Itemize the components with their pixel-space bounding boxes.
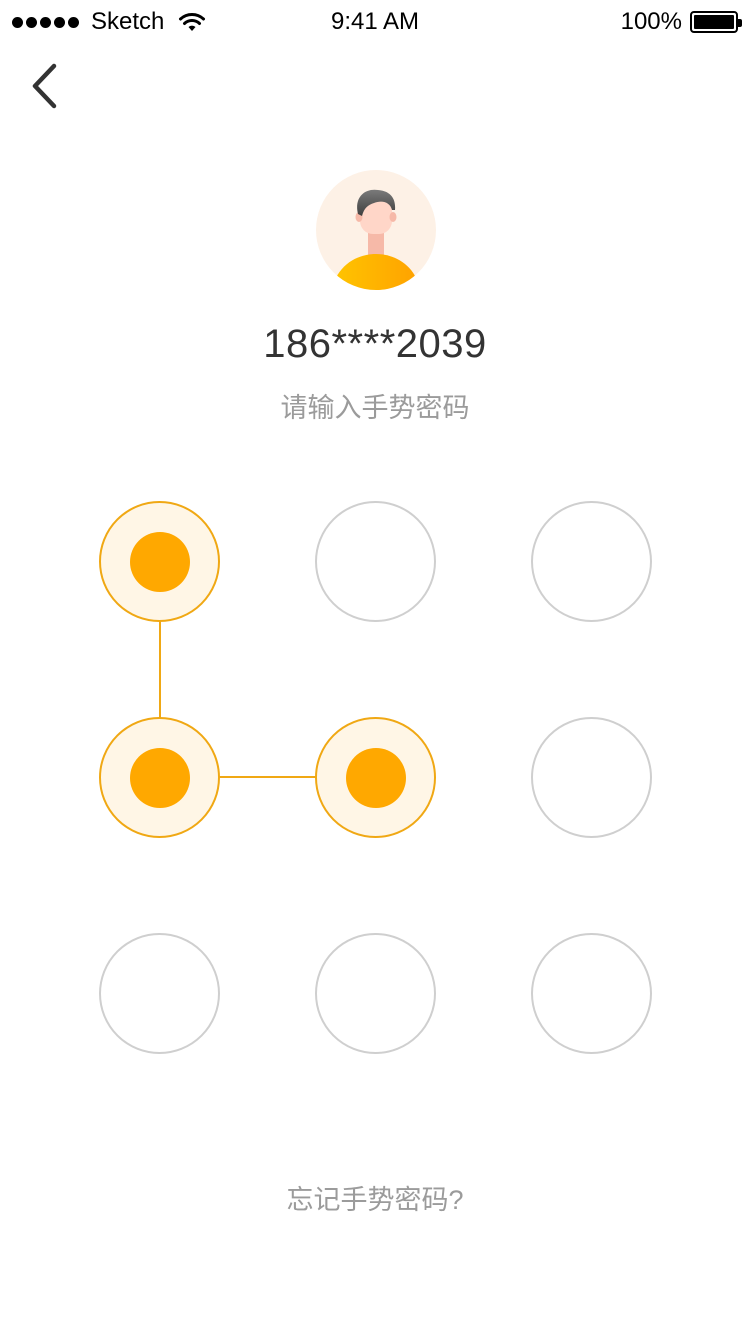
carrier-name: Sketch (91, 8, 165, 35)
status-right: 100% (620, 8, 742, 36)
user-avatar-icon (334, 189, 418, 290)
wifi-icon (179, 13, 206, 31)
avatar (316, 170, 436, 290)
gesture-dot-core (129, 747, 190, 808)
gesture-dot-6[interactable] (531, 717, 652, 838)
gesture-dot-core (345, 747, 406, 808)
gesture-hint: 请输入手势密码 (280, 393, 470, 423)
signal-strength-icon (12, 16, 79, 28)
chevron-left-icon (32, 63, 57, 109)
gesture-dot-8[interactable] (315, 933, 436, 1054)
status-bar: Sketch 9:41 AM 100% (0, 0, 750, 44)
gesture-dot-4[interactable] (99, 717, 220, 838)
pattern-line (219, 776, 316, 778)
battery-icon (690, 11, 742, 33)
status-left: Sketch (12, 8, 206, 36)
gesture-dot-2[interactable] (315, 501, 436, 622)
battery-percentage: 100% (620, 8, 682, 35)
gesture-dot-5[interactable] (315, 717, 436, 838)
forgot-gesture-link[interactable]: 忘记手势密码? (0, 1178, 750, 1217)
phone-number: 186****2039 (263, 322, 487, 366)
back-button[interactable] (22, 60, 66, 112)
gesture-dot-core (129, 531, 190, 592)
gesture-dot-3[interactable] (531, 501, 652, 622)
gesture-dot-1[interactable] (99, 501, 220, 622)
gesture-dot-9[interactable] (531, 933, 652, 1054)
pattern-line (159, 621, 161, 718)
gesture-unlock-screen: Sketch 9:41 AM 100% 186****2039 请输入手势密码 … (0, 0, 750, 1334)
gesture-dot-7[interactable] (99, 933, 220, 1054)
